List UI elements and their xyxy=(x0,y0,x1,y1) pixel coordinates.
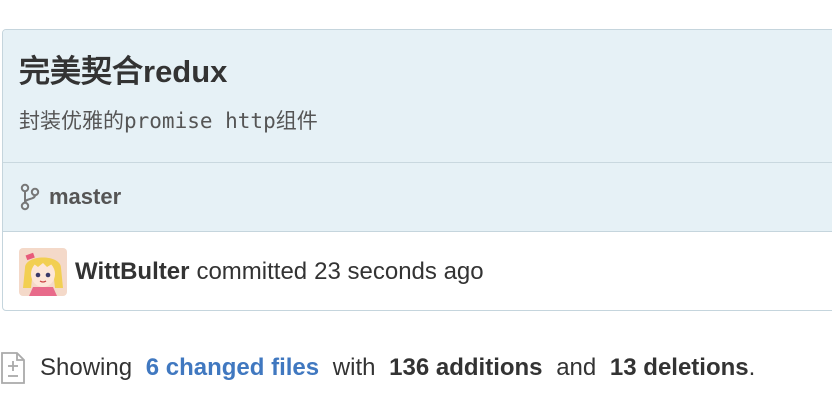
commit-time: 23 seconds ago xyxy=(314,258,484,285)
diff-summary: Showing 6 changed files with 136 additio… xyxy=(0,350,755,386)
additions-count: 136 additions xyxy=(389,354,543,381)
diff-summary-text: Showing 6 changed files with 136 additio… xyxy=(40,354,755,382)
commit-header: 完美契合redux 封装优雅的promise http组件 master xyxy=(3,30,832,232)
summary-and: and xyxy=(556,354,597,381)
file-diff-icon xyxy=(0,351,26,385)
author-name[interactable]: WittBulter xyxy=(75,258,189,286)
header-divider xyxy=(3,162,832,163)
changed-files-link[interactable]: 6 changed files xyxy=(146,354,319,381)
commit-author-row: WittBulter committed 23 seconds ago xyxy=(19,246,484,298)
branch-indicator[interactable]: master xyxy=(19,182,121,212)
commit-box: 完美契合redux 封装优雅的promise http组件 master Wit… xyxy=(2,29,832,311)
commit-meta: committed 23 seconds ago xyxy=(196,258,483,286)
deletions-count: 13 deletions xyxy=(609,354,749,381)
commit-action: committed xyxy=(196,258,308,285)
commit-title: 完美契合redux xyxy=(19,54,228,89)
summary-prefix: Showing xyxy=(40,354,133,381)
summary-period: . xyxy=(748,354,756,381)
user-avatar[interactable] xyxy=(19,248,67,296)
git-branch-icon xyxy=(19,183,41,211)
commit-description: 封装优雅的promise http组件 xyxy=(19,109,318,133)
summary-with: with xyxy=(332,354,376,381)
branch-name: master xyxy=(49,184,122,209)
